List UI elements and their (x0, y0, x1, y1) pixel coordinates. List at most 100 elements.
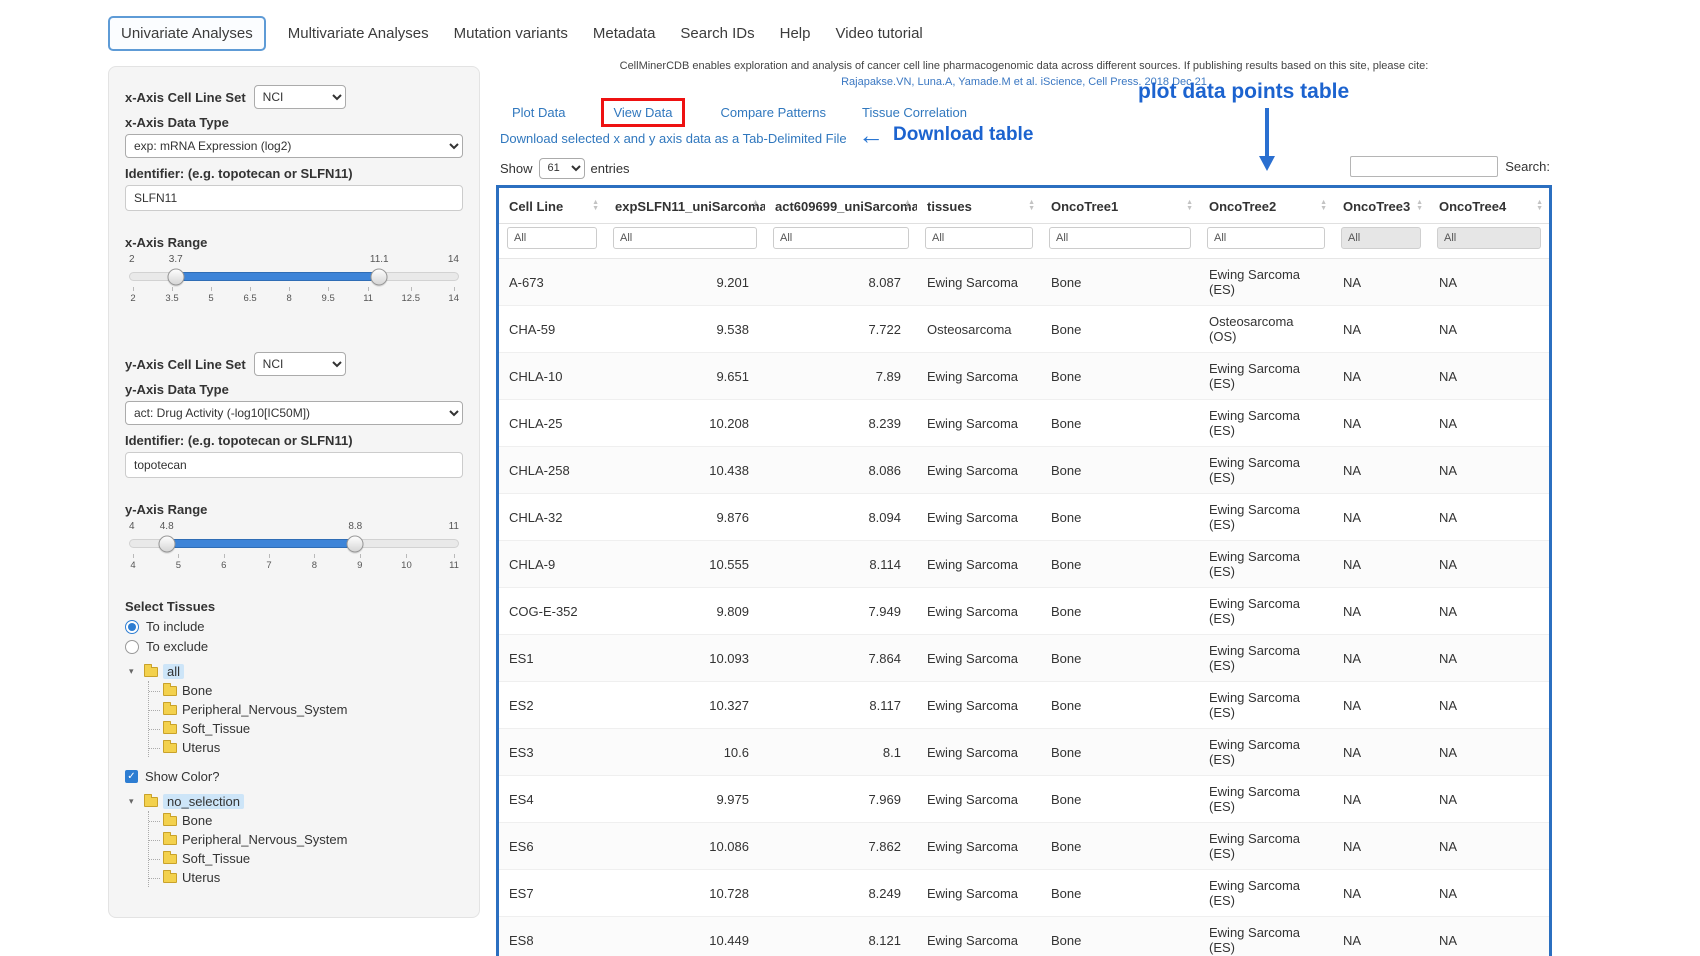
show-color-checkbox[interactable]: ✓ (125, 770, 138, 783)
table-row[interactable]: A-6739.2018.087Ewing SarcomaBoneEwing Sa… (499, 259, 1549, 306)
x-identifier-input[interactable] (125, 185, 463, 211)
sort-icon[interactable]: ▲▼ (904, 200, 911, 212)
y-data-type-select[interactable]: act: Drug Activity (-log10[IC50M]) (125, 401, 463, 425)
tree-item-uterus[interactable]: Uterus (149, 868, 463, 887)
tissue-include-radio-row[interactable]: To include (125, 619, 463, 634)
column-header-act609699-unisarcoma[interactable]: act609699_uniSarcoma▲▼ (765, 188, 917, 224)
nav-tab-univariate-analyses[interactable]: Univariate Analyses (108, 16, 266, 51)
y-range-handle-high[interactable] (346, 535, 363, 552)
column-header-oncotree3[interactable]: OncoTree3▲▼ (1333, 188, 1429, 224)
table-row[interactable]: ES610.0867.862Ewing SarcomaBoneEwing Sar… (499, 823, 1549, 870)
table-cell: Ewing Sarcoma (917, 541, 1041, 588)
tree-item-bone[interactable]: Bone (149, 811, 463, 830)
tree-item-bone[interactable]: Bone (149, 681, 463, 700)
table-cell: CHLA-9 (499, 541, 605, 588)
sort-icon[interactable]: ▲▼ (752, 200, 759, 212)
subtab-tissue-correlation[interactable]: Tissue Correlation (862, 105, 967, 120)
table-row[interactable]: ES110.0937.864Ewing SarcomaBoneEwing Sar… (499, 635, 1549, 682)
tree-root-label[interactable]: all (163, 664, 184, 679)
tree-root-no-selection[interactable]: ▾ no_selection (129, 792, 463, 811)
nav-tab-video-tutorial[interactable]: Video tutorial (832, 17, 925, 50)
tree-toggle-icon[interactable]: ▾ (129, 796, 139, 807)
sort-icon[interactable]: ▲▼ (1416, 200, 1423, 212)
x-cell-line-set-select[interactable]: NCI (254, 85, 346, 109)
table-row[interactable]: CHA-599.5387.722OsteosarcomaBoneOsteosar… (499, 306, 1549, 353)
table-cell: ES1 (499, 635, 605, 682)
column-header-oncotree4[interactable]: OncoTree4▲▼ (1429, 188, 1549, 224)
y-range-slider[interactable] (129, 539, 459, 548)
table-cell: NA (1333, 635, 1429, 682)
tree-item-soft-tissue[interactable]: Soft_Tissue (149, 849, 463, 868)
table-cell: ES6 (499, 823, 605, 870)
table-row[interactable]: CHLA-25810.4388.086Ewing SarcomaBoneEwin… (499, 447, 1549, 494)
tree-toggle-icon[interactable]: ▾ (129, 666, 139, 677)
table-cell: 8.114 (765, 541, 917, 588)
column-header-label: OncoTree2 (1209, 199, 1276, 214)
x-range-slider[interactable] (129, 272, 459, 281)
column-header-oncotree1[interactable]: OncoTree1▲▼ (1041, 188, 1199, 224)
tissue-exclude-radio-row[interactable]: To exclude (125, 639, 463, 654)
table-row[interactable]: ES710.7288.249Ewing SarcomaBoneEwing Sar… (499, 870, 1549, 917)
tree-root-all[interactable]: ▾ all (129, 662, 463, 681)
column-filter-cell-line[interactable] (507, 227, 597, 249)
search-input[interactable] (1350, 156, 1498, 177)
column-filter-oncotree2[interactable] (1207, 227, 1325, 249)
tree-item-soft-tissue[interactable]: Soft_Tissue (149, 719, 463, 738)
column-filter-tissues[interactable] (925, 227, 1033, 249)
tree-root-label[interactable]: no_selection (163, 794, 244, 809)
sort-icon[interactable]: ▲▼ (1536, 200, 1543, 212)
y-cell-line-set-select[interactable]: NCI (254, 352, 346, 376)
nav-tab-metadata[interactable]: Metadata (590, 17, 659, 50)
sort-icon[interactable]: ▲▼ (1186, 200, 1193, 212)
table-cell: Ewing Sarcoma (917, 635, 1041, 682)
table-row[interactable]: CHLA-2510.2088.239Ewing SarcomaBoneEwing… (499, 400, 1549, 447)
table-row[interactable]: ES310.68.1Ewing SarcomaBoneEwing Sarcoma… (499, 729, 1549, 776)
subtab-view-data[interactable]: View Data (601, 98, 684, 127)
column-header-tissues[interactable]: tissues▲▼ (917, 188, 1041, 224)
column-header-cell-line[interactable]: Cell Line▲▼ (499, 188, 605, 224)
table-row[interactable]: ES49.9757.969Ewing SarcomaBoneEwing Sarc… (499, 776, 1549, 823)
entries-select[interactable]: 61 (539, 158, 585, 179)
nav-tab-help[interactable]: Help (777, 17, 814, 50)
column-header-oncotree2[interactable]: OncoTree2 ▲▼ (1199, 188, 1333, 224)
show-color-row[interactable]: ✓ Show Color? (125, 769, 463, 784)
x-range-handle-high[interactable] (370, 268, 387, 285)
tick-label: 6.5 (243, 293, 256, 304)
column-filter-oncotree4[interactable] (1437, 227, 1541, 249)
table-row[interactable]: ES810.4498.121Ewing SarcomaBoneEwing Sar… (499, 917, 1549, 956)
tree-item-uterus[interactable]: Uterus (149, 738, 463, 757)
filter-cell (765, 224, 917, 259)
radio-selected-icon[interactable] (125, 620, 139, 634)
tree-item-peripheral-nervous-system[interactable]: Peripheral_Nervous_System (149, 700, 463, 719)
subtab-compare-patterns[interactable]: Compare Patterns (721, 105, 827, 120)
radio-unselected-icon[interactable] (125, 640, 139, 654)
table-cell: NA (1429, 823, 1549, 870)
table-row[interactable]: CHLA-109.6517.89Ewing SarcomaBoneEwing S… (499, 353, 1549, 400)
annotation-download-label: Download table (893, 124, 1033, 146)
table-row[interactable]: ES210.3278.117Ewing SarcomaBoneEwing Sar… (499, 682, 1549, 729)
x-range-handle-low[interactable] (168, 268, 185, 285)
column-filter-act609699-unisarcoma[interactable] (773, 227, 909, 249)
y-identifier-input[interactable] (125, 452, 463, 478)
sort-icon[interactable]: ▲▼ (1320, 200, 1327, 212)
sort-icon[interactable]: ▲▼ (592, 200, 599, 212)
table-row[interactable]: CHLA-910.5558.114Ewing SarcomaBoneEwing … (499, 541, 1549, 588)
sort-icon[interactable]: ▲▼ (1028, 200, 1035, 212)
column-filter-oncotree1[interactable] (1049, 227, 1191, 249)
nav-tab-mutation-variants[interactable]: Mutation variants (451, 17, 571, 50)
tree-item-peripheral-nervous-system[interactable]: Peripheral_Nervous_System (149, 830, 463, 849)
table-row[interactable]: CHLA-329.8768.094Ewing SarcomaBoneEwing … (499, 494, 1549, 541)
nav-tab-search-ids[interactable]: Search IDs (677, 17, 757, 50)
show-label: Show (500, 161, 533, 176)
x-data-type-select[interactable]: exp: mRNA Expression (log2) (125, 134, 463, 158)
column-header-expslfn11-unisarcoma[interactable]: expSLFN11_uniSarcoma▲▼ (605, 188, 765, 224)
column-filter-oncotree3[interactable] (1341, 227, 1421, 249)
subtab-plot-data[interactable]: Plot Data (512, 105, 565, 120)
table-cell: 8.1 (765, 729, 917, 776)
y-range-handle-low[interactable] (159, 535, 176, 552)
citation-link[interactable]: Rajapakse.VN, Luna.A, Yamade.M et al. iS… (496, 76, 1552, 88)
tick-label: 9.5 (322, 293, 335, 304)
table-row[interactable]: COG-E-3529.8097.949Ewing SarcomaBoneEwin… (499, 588, 1549, 635)
column-filter-expslfn11-unisarcoma[interactable] (613, 227, 757, 249)
nav-tab-multivariate-analyses[interactable]: Multivariate Analyses (285, 17, 432, 50)
